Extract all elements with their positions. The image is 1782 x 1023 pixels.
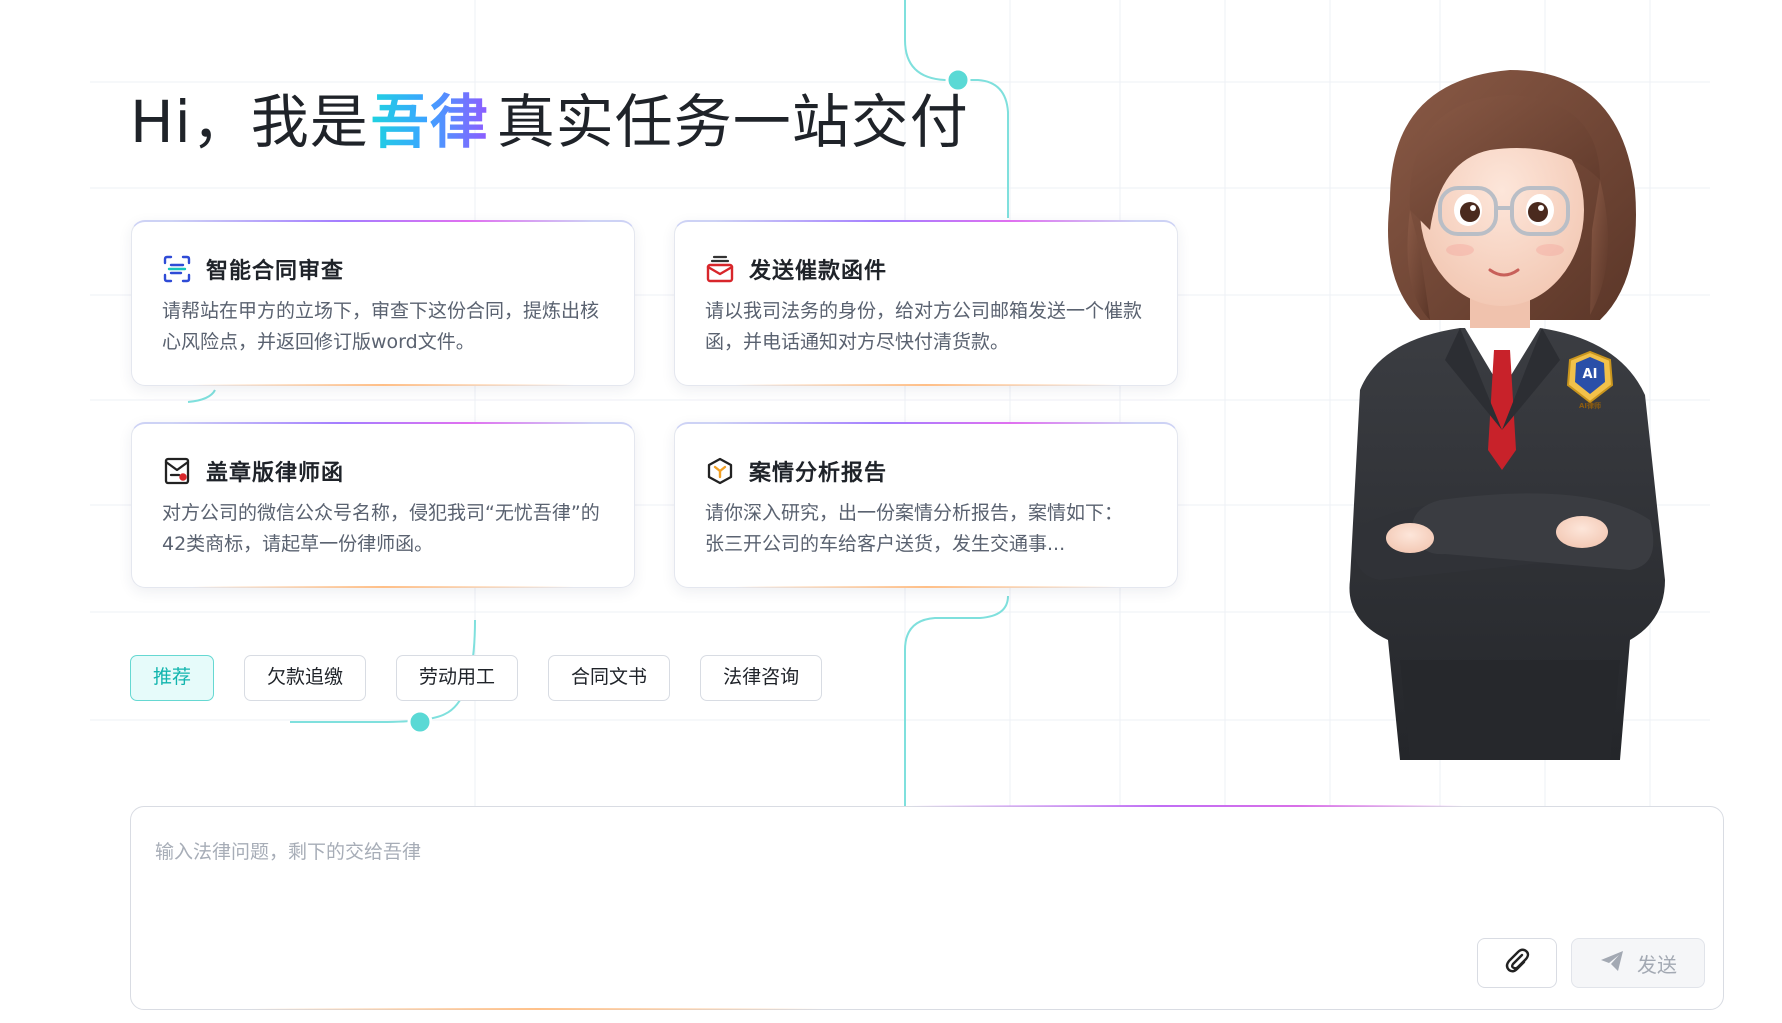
stamped-letter-icon	[162, 456, 192, 486]
headline-prefix: Hi，我是	[130, 88, 369, 156]
badge-text: AI	[1583, 367, 1598, 382]
tag-legal-consultation[interactable]: 法律咨询	[700, 655, 823, 701]
card-title: 盖章版律师函	[206, 461, 345, 486]
task-card-lawyer-letter[interactable]: 盖章版律师函 对方公司的微信公众号名称，侵犯我司“无忧吾律”的42类商标，请起草…	[131, 422, 635, 588]
tag-labor-employment[interactable]: 劳动用工	[396, 655, 519, 701]
attach-file-button[interactable]	[1477, 938, 1557, 988]
category-tags: 推荐 欠款追缴 劳动用工 合同文书 法律咨询	[130, 655, 852, 701]
hexagon-cube-icon	[705, 456, 735, 486]
headline-suffix: 真实任务一站交付	[496, 88, 969, 156]
task-card-contract-review[interactable]: 智能合同审查 请帮站在甲方的立场下，审查下这份合同，提炼出核心风险点，并返回修订…	[131, 220, 635, 386]
paper-plane-icon	[1599, 948, 1625, 979]
card-description: 请帮站在甲方的立场下，审查下这份合同，提炼出核心风险点，并返回修订版word文件…	[162, 300, 600, 353]
page-headline: Hi，我是吾律 真实任务一站交付	[130, 86, 969, 158]
lawyer-avatar-illustration: AI AI律师	[1349, 70, 1665, 760]
card-description: 请以我司法务的身份，给对方公司邮箱发送一个催款函，并电话通知对方尽快付清货款。	[705, 300, 1143, 353]
card-title: 智能合同审查	[206, 259, 345, 284]
scan-document-icon	[162, 254, 192, 284]
question-composer: 发送	[130, 805, 1724, 1010]
send-button[interactable]: 发送	[1571, 938, 1705, 988]
badge-subtext: AI律师	[1579, 401, 1601, 410]
tag-contract-documents[interactable]: 合同文书	[548, 655, 671, 701]
mail-envelope-icon	[705, 254, 735, 284]
send-label: 发送	[1637, 952, 1677, 977]
card-title: 案情分析报告	[749, 461, 888, 486]
task-card-payment-demand[interactable]: 发送催款函件 请以我司法务的身份，给对方公司邮箱发送一个催款函，并电话通知对方尽…	[674, 220, 1178, 386]
paperclip-icon	[1502, 946, 1532, 980]
tag-debt-collection[interactable]: 欠款追缴	[244, 655, 367, 701]
question-input[interactable]	[153, 831, 1697, 873]
tag-recommended[interactable]: 推荐	[130, 655, 215, 701]
card-title: 发送催款函件	[749, 259, 888, 284]
brand-name: 吾律	[370, 88, 489, 156]
task-card-case-analysis[interactable]: 案情分析报告 请你深入研究，出一份案情分析报告，案情如下： 张三开公司的车给客户…	[674, 422, 1178, 588]
card-description: 请你深入研究，出一份案情分析报告，案情如下： 张三开公司的车给客户送货，发生交通…	[705, 502, 1124, 555]
card-description: 对方公司的微信公众号名称，侵犯我司“无忧吾律”的42类商标，请起草一份律师函。	[162, 502, 600, 555]
